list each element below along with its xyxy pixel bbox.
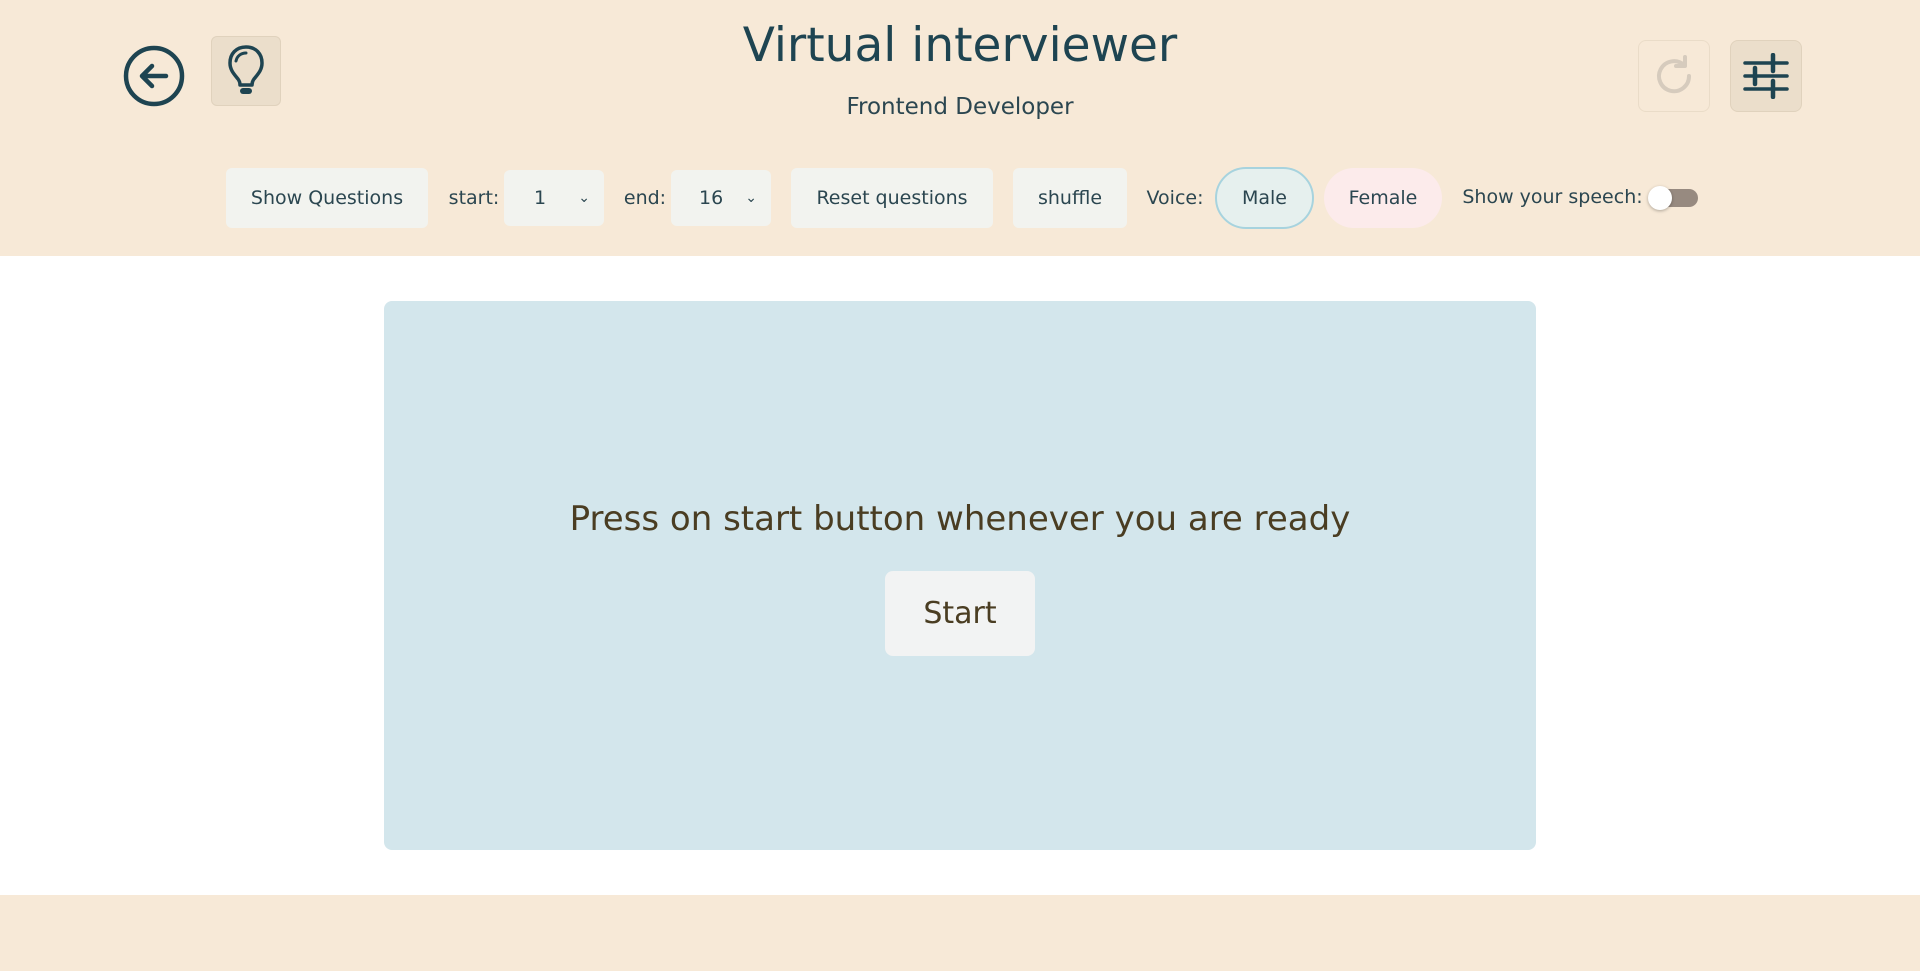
- reset-questions-button[interactable]: Reset questions: [791, 168, 993, 228]
- end-label: end:: [623, 187, 667, 209]
- end-select-value: 16: [699, 187, 724, 209]
- end-select[interactable]: 16 ⌄: [671, 170, 771, 226]
- voice-female-button[interactable]: Female: [1324, 168, 1442, 228]
- reload-button[interactable]: [1638, 40, 1710, 112]
- sliders-icon: [1743, 53, 1789, 99]
- settings-button[interactable]: [1730, 40, 1802, 112]
- chevron-down-icon: ⌄: [745, 190, 757, 206]
- show-speech-label: Show your speech:: [1462, 186, 1643, 208]
- header-bar: Virtual interviewer Frontend Developer S…: [0, 0, 1920, 256]
- start-label: start:: [448, 187, 500, 209]
- start-button[interactable]: Start: [885, 571, 1035, 656]
- chevron-down-icon: ⌄: [578, 190, 590, 206]
- start-select[interactable]: 1 ⌄: [504, 170, 604, 226]
- ready-prompt: Press on start button whenever you are r…: [569, 499, 1351, 539]
- voice-male-button[interactable]: Male: [1215, 167, 1314, 229]
- page-subtitle: Frontend Developer: [846, 94, 1074, 120]
- interview-stage: Press on start button whenever you are r…: [384, 301, 1536, 850]
- question-toolbar: Show Questions start: 1 ⌄ end: 16 ⌄ Rese…: [0, 167, 1920, 229]
- refresh-icon: [1657, 55, 1692, 94]
- show-questions-button[interactable]: Show Questions: [226, 168, 428, 228]
- footer-bar: [0, 895, 1920, 971]
- voice-label: Voice:: [1146, 187, 1204, 209]
- toggle-knob: [1648, 186, 1672, 210]
- show-speech-toggle[interactable]: [1648, 186, 1698, 210]
- shuffle-button[interactable]: shuffle: [1013, 168, 1127, 228]
- page-title: Virtual interviewer: [742, 18, 1178, 73]
- start-select-value: 1: [534, 187, 547, 209]
